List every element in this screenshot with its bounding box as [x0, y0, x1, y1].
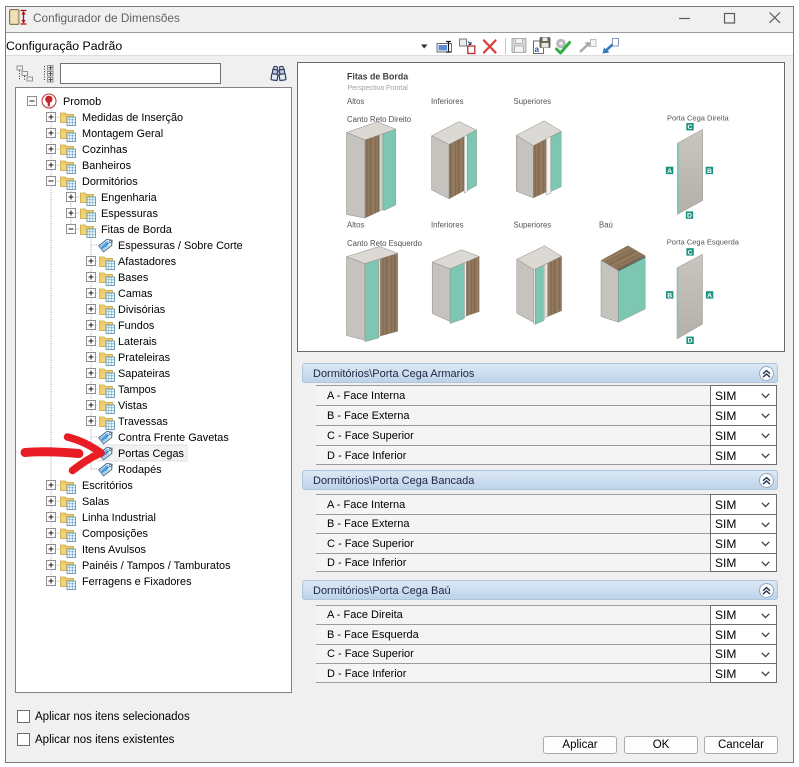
svg-text:D: D — [687, 213, 692, 220]
svg-text:D: D — [688, 338, 693, 345]
svg-text:B: B — [707, 168, 712, 175]
svg-text:Escritórios: Escritórios — [82, 480, 133, 492]
svg-text:Medidas de Inserção: Medidas de Inserção — [82, 112, 183, 124]
svg-text:Travessas: Travessas — [118, 416, 168, 428]
svg-text:Fitas de Borda: Fitas de Borda — [347, 72, 408, 82]
svg-text:Superiores: Superiores — [514, 97, 552, 106]
svg-text:Portas Cegas: Portas Cegas — [118, 448, 185, 460]
svg-text:Itens Avulsos: Itens Avulsos — [82, 544, 147, 556]
svg-text:Promob: Promob — [63, 96, 101, 108]
svg-text:Camas: Camas — [118, 288, 153, 300]
svg-text:Canto Reto Esquerdo: Canto Reto Esquerdo — [347, 239, 423, 248]
svg-text:Inferiores: Inferiores — [431, 221, 464, 230]
svg-text:Perspectiva Frontal: Perspectiva Frontal — [348, 85, 409, 92]
svg-text:Baú: Baú — [599, 221, 613, 230]
svg-text:Salas: Salas — [82, 496, 110, 508]
svg-text:Divisórias: Divisórias — [118, 304, 166, 316]
svg-text:Prateleiras: Prateleiras — [118, 352, 171, 364]
svg-text:A: A — [707, 292, 712, 299]
svg-text:Engenharia: Engenharia — [101, 192, 158, 204]
svg-text:Altos: Altos — [347, 221, 364, 230]
svg-text:Inferiores: Inferiores — [431, 97, 464, 106]
svg-text:Cozinhas: Cozinhas — [82, 144, 128, 156]
svg-text:Ferragens e Fixadores: Ferragens e Fixadores — [82, 576, 192, 588]
svg-text:Sapateiras: Sapateiras — [118, 368, 171, 380]
svg-text:C: C — [688, 249, 693, 256]
svg-text:Bases: Bases — [118, 272, 149, 284]
svg-text:Contra Frente Gavetas: Contra Frente Gavetas — [118, 432, 229, 444]
svg-text:Porta Cega Direita: Porta Cega Direita — [667, 114, 730, 123]
svg-text:Rodapés: Rodapés — [118, 464, 162, 476]
svg-text:Banheiros: Banheiros — [82, 160, 132, 172]
svg-text:Espessuras / Sobre Corte: Espessuras / Sobre Corte — [118, 240, 243, 252]
svg-text:Fitas de Borda: Fitas de Borda — [101, 224, 173, 236]
svg-text:Composições: Composições — [82, 528, 149, 540]
svg-text:Dormitórios: Dormitórios — [82, 176, 138, 188]
svg-text:Montagem Geral: Montagem Geral — [82, 128, 163, 140]
svg-text:Afastadores: Afastadores — [118, 256, 177, 268]
svg-text:Superiores: Superiores — [514, 221, 552, 230]
svg-text:Tampos: Tampos — [118, 384, 157, 396]
svg-text:Porta Cega Esquerda: Porta Cega Esquerda — [667, 237, 740, 246]
svg-text:Canto Reto Direito: Canto Reto Direito — [347, 115, 412, 124]
svg-text:Altos: Altos — [347, 97, 364, 106]
svg-text:Fundos: Fundos — [118, 320, 155, 332]
svg-text:Vistas: Vistas — [118, 400, 148, 412]
svg-text:B: B — [667, 292, 672, 299]
svg-text:Laterais: Laterais — [118, 336, 157, 348]
svg-text:A: A — [667, 168, 672, 175]
svg-text:Espessuras: Espessuras — [101, 208, 158, 220]
svg-text:Linha Industrial: Linha Industrial — [82, 512, 156, 524]
svg-text:C: C — [688, 124, 693, 131]
svg-text:Painéis / Tampos / Tamburatos: Painéis / Tampos / Tamburatos — [82, 560, 231, 572]
svg-text:a: a — [535, 45, 540, 54]
